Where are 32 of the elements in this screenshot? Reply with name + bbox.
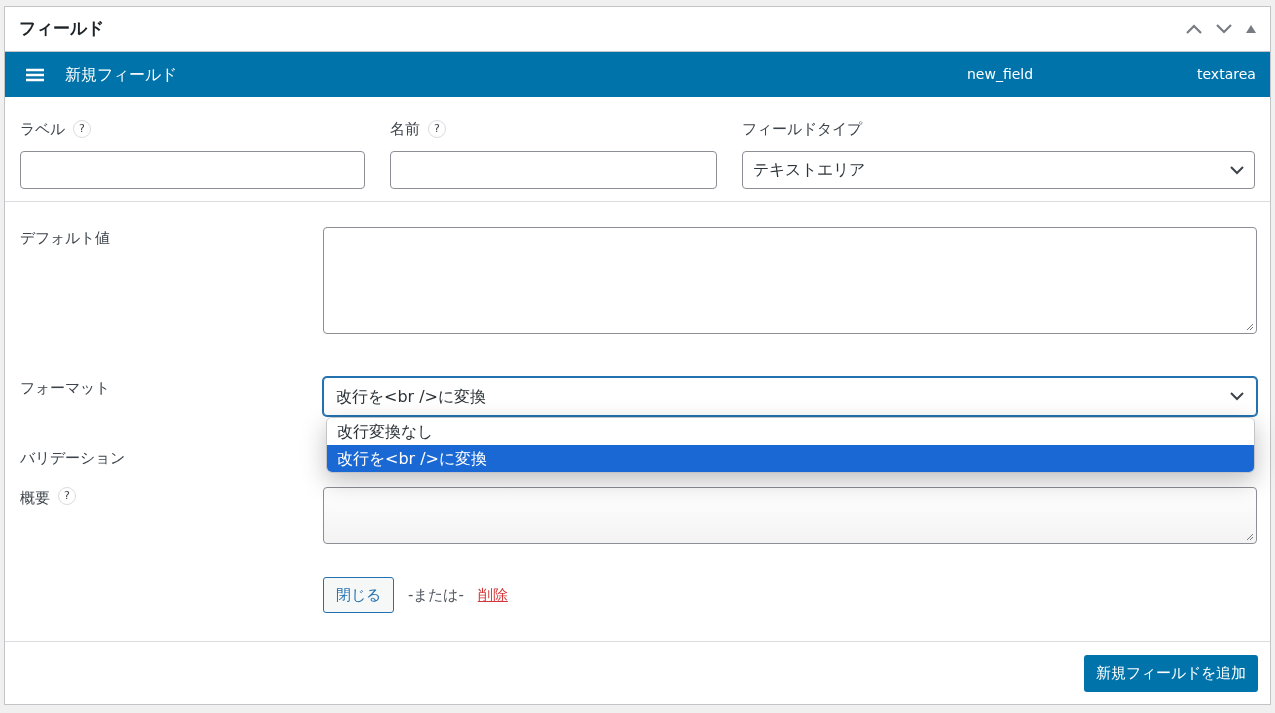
field-type-select[interactable]: テキストエリア <box>742 151 1255 189</box>
triangle-up-icon[interactable] <box>1246 25 1256 33</box>
delete-link[interactable]: 削除 <box>477 583 508 607</box>
textarea-field[interactable] <box>323 227 1257 334</box>
field-label: 名前 <box>390 118 420 140</box>
textarea-field[interactable] <box>323 487 1257 544</box>
or-text: -または- <box>408 584 464 606</box>
row-label: フォーマット <box>20 378 110 399</box>
menu-icon[interactable] <box>26 67 44 82</box>
chevron-down-icon <box>1230 165 1244 175</box>
field-label: ラベル <box>20 118 65 140</box>
resize-handle-icon <box>1246 533 1254 541</box>
row-label: デフォルト値 <box>20 228 110 249</box>
row-label: 概要 <box>20 488 50 509</box>
field-header-bar[interactable]: 新規フィールド new_field textarea <box>5 52 1270 97</box>
dropdown-option[interactable]: 改行を<br />に変換 <box>327 445 1254 472</box>
field-label-text: 新規フィールド <box>65 63 178 86</box>
field-label: フィールドタイプ <box>742 118 862 140</box>
resize-handle-icon <box>1246 323 1254 331</box>
chevron-down-icon <box>1230 392 1244 401</box>
format-select[interactable]: 改行を<br />に変換 <box>323 377 1257 416</box>
row-label: バリデーション <box>20 448 125 469</box>
field-name-text: new_field <box>967 65 1035 84</box>
text-input[interactable] <box>390 151 717 189</box>
chevron-up-icon[interactable] <box>1186 24 1202 34</box>
dropdown-option[interactable]: 改行変換なし <box>327 418 1254 445</box>
text-input[interactable] <box>20 151 365 189</box>
close-button[interactable]: 閉じる <box>323 577 394 613</box>
add-field-button[interactable]: 新規フィールドを追加 <box>1084 654 1258 692</box>
chevron-down-icon[interactable] <box>1216 24 1232 34</box>
panel-title: フィールド <box>19 17 104 41</box>
field-type-text: textarea <box>1197 65 1256 84</box>
